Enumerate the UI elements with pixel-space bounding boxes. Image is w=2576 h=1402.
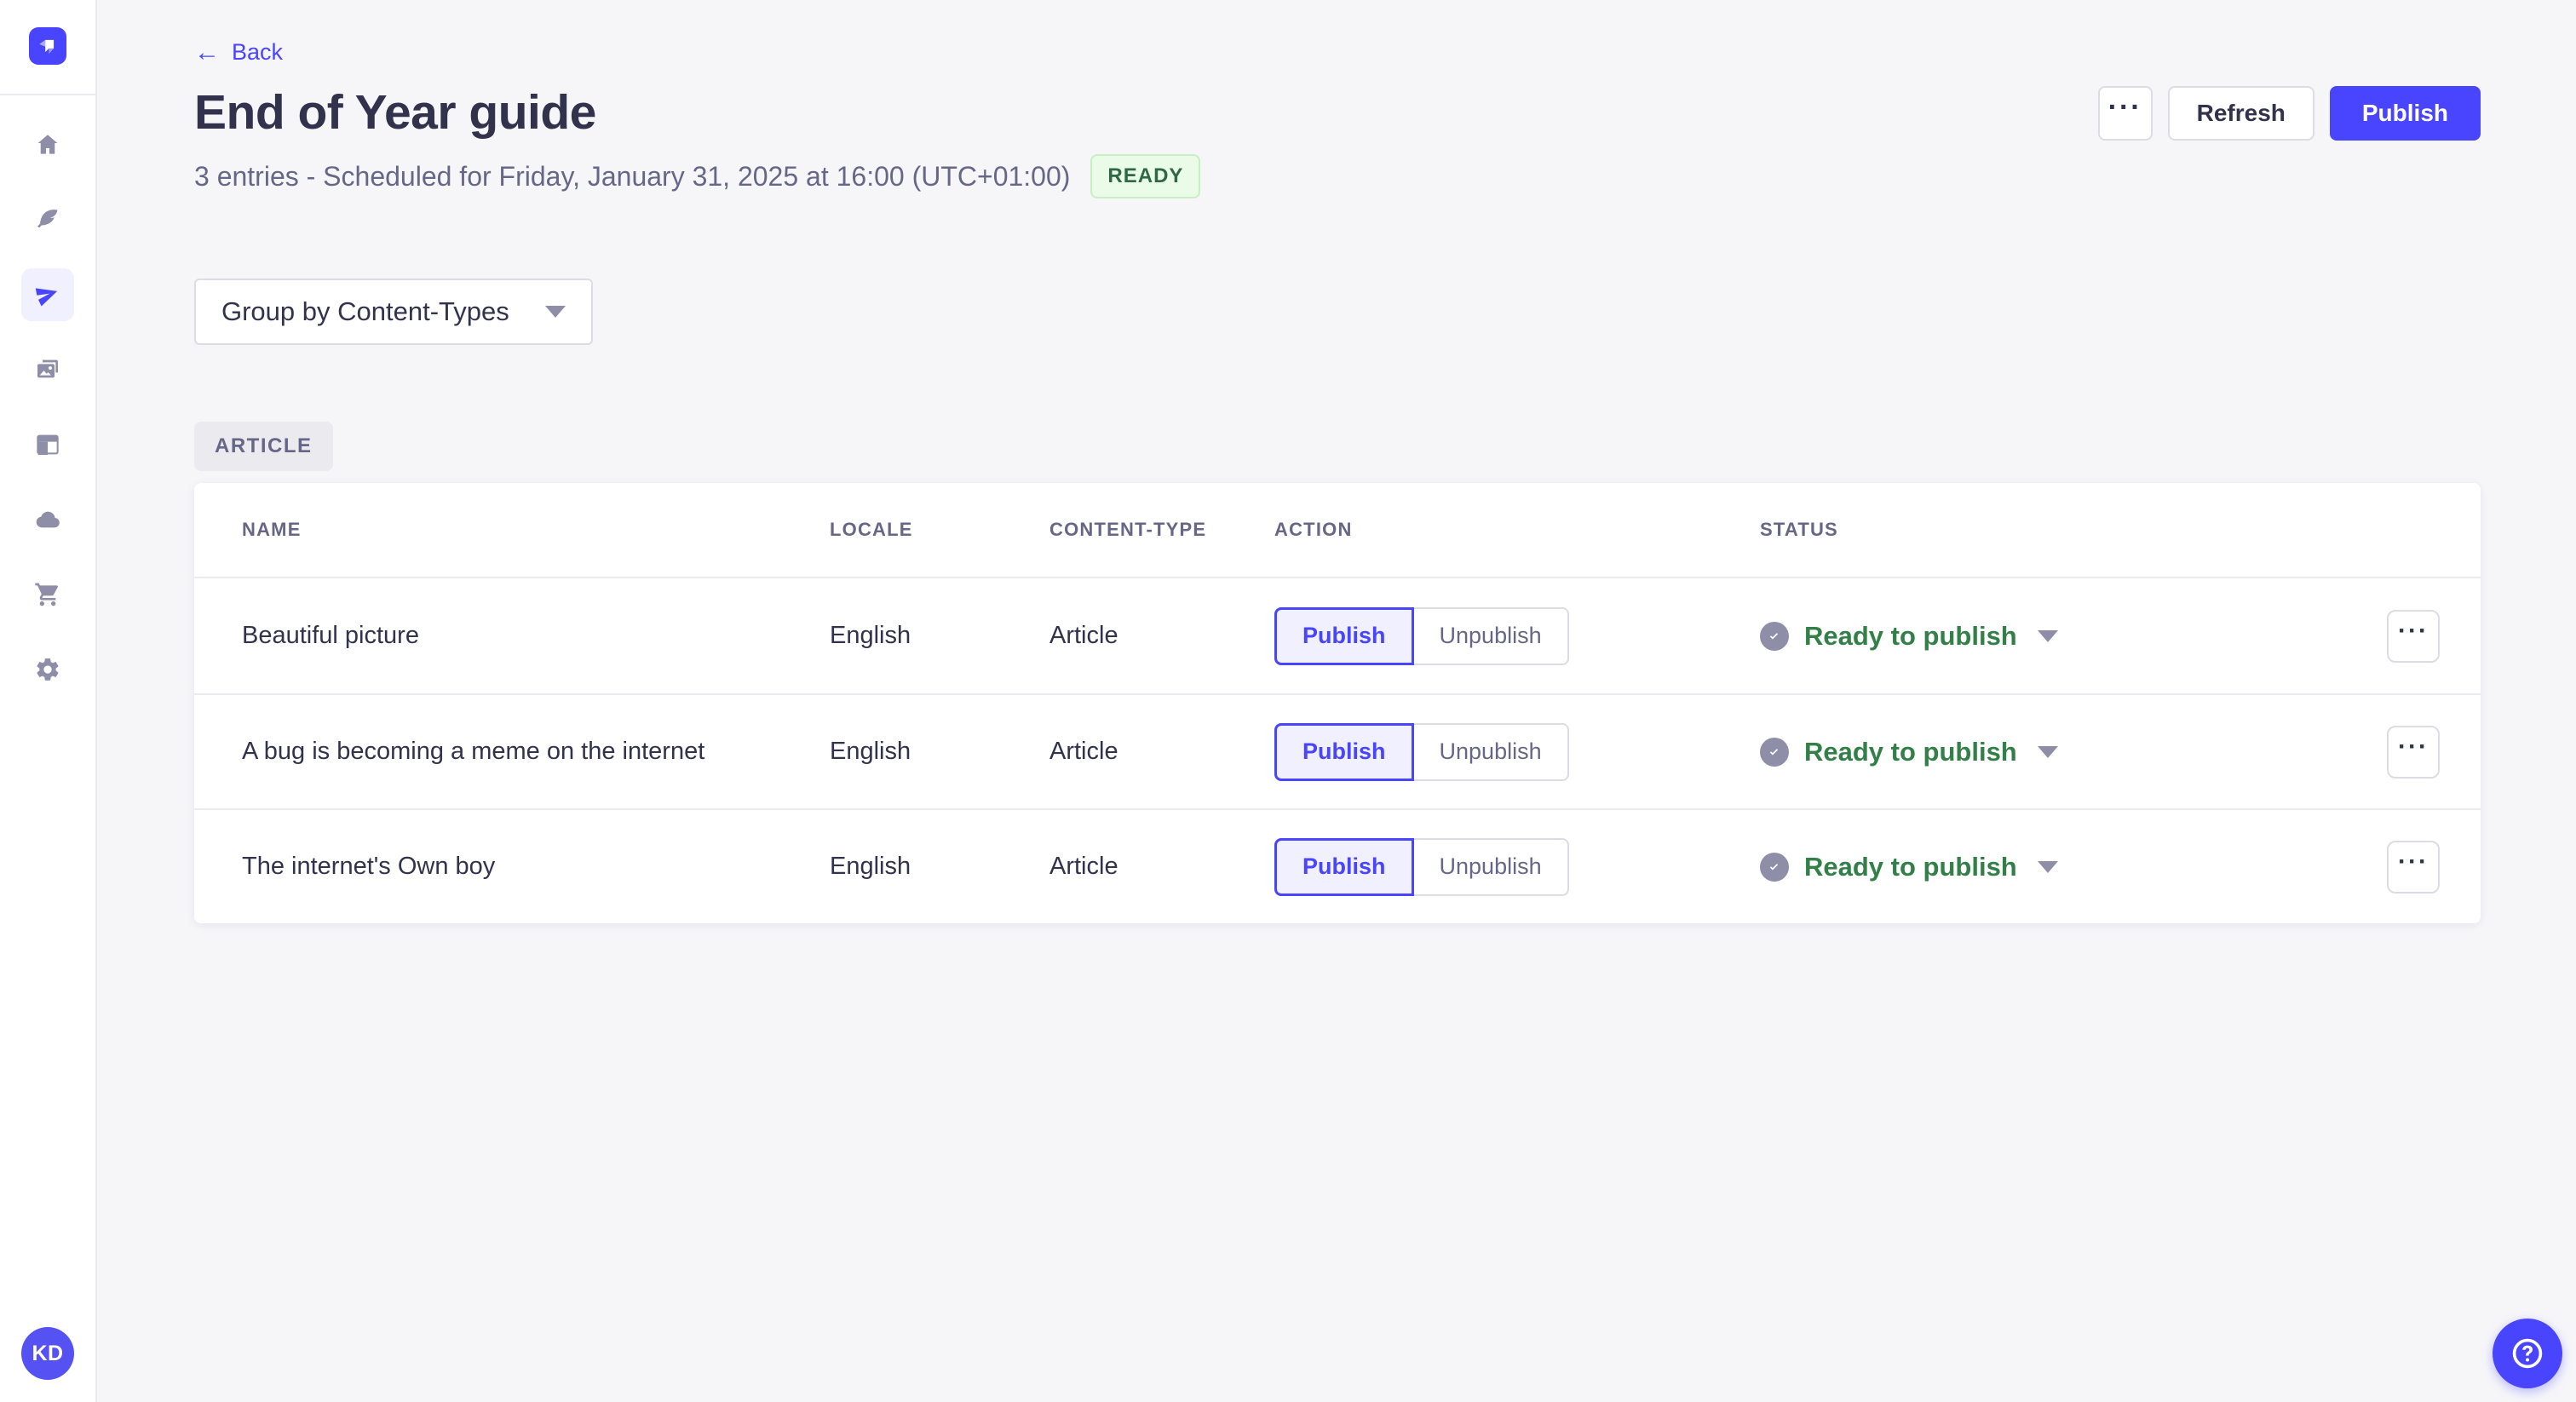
chevron-down-icon — [2037, 629, 2058, 642]
group-by-label: Group by Content-Types — [221, 296, 509, 326]
publish-toggle-button[interactable]: Publish — [1274, 837, 1414, 896]
sidebar: KD — [0, 0, 97, 1402]
chevron-down-icon — [2037, 860, 2058, 873]
sidebar-item-media-library[interactable] — [0, 332, 95, 407]
media-library-icon — [37, 359, 58, 378]
content-type-group-badge: ARTICLE — [194, 422, 333, 471]
feather-icon — [37, 210, 58, 228]
publish-toggle-button[interactable]: Publish — [1274, 722, 1414, 781]
back-link[interactable]: ← Back — [194, 39, 283, 66]
release-meta-row: 3 entries - Scheduled for Friday, Januar… — [194, 154, 2481, 198]
publish-toggle-button[interactable]: Publish — [1274, 606, 1414, 665]
entry-locale: English — [830, 622, 911, 649]
entry-status-dropdown[interactable]: Ready to publish — [1760, 737, 2344, 767]
help-button[interactable] — [2493, 1319, 2562, 1388]
more-options-icon: ··· — [2398, 732, 2429, 761]
more-options-icon: ··· — [2398, 847, 2429, 876]
entry-status-label: Ready to publish — [1804, 736, 2017, 767]
entry-action-toggle: Publish Unpublish — [1274, 606, 1760, 665]
cloud-icon — [36, 511, 60, 528]
group-by-select[interactable]: Group by Content-Types — [194, 279, 593, 345]
entry-name: The internet's Own boy — [242, 853, 496, 880]
table-header-row: NAME LOCALE CONTENT-TYPE ACTION STATUS — [194, 483, 2481, 578]
header-actions: ··· Refresh Publish — [2097, 86, 2481, 141]
paper-plane-icon — [35, 288, 58, 307]
more-options-icon: ··· — [2107, 90, 2142, 124]
sidebar-divider — [0, 94, 96, 95]
sidebar-item-content-manager[interactable] — [0, 182, 95, 257]
column-header-action: ACTION — [1274, 519, 1353, 540]
sidebar-item-cloud[interactable] — [0, 482, 95, 557]
sidebar-item-marketplace[interactable] — [0, 557, 95, 632]
sidebar-item-releases[interactable] — [0, 257, 95, 332]
entry-name: Beautiful picture — [242, 622, 419, 649]
release-status-badge: READY — [1090, 154, 1201, 198]
release-more-options-button[interactable]: ··· — [2097, 86, 2153, 141]
sidebar-item-settings[interactable] — [0, 632, 95, 707]
entry-status-label: Ready to publish — [1804, 620, 2017, 651]
entry-content-type: Article — [1049, 738, 1118, 765]
entry-action-toggle: Publish Unpublish — [1274, 837, 1760, 896]
sidebar-item-content-type-builder[interactable] — [0, 407, 95, 482]
back-label: Back — [232, 39, 284, 65]
entry-status-label: Ready to publish — [1804, 851, 2017, 882]
cart-icon — [35, 583, 59, 606]
sidebar-item-home[interactable] — [0, 107, 95, 182]
content-group-row: ARTICLE — [194, 422, 2481, 471]
entry-name: A bug is becoming a meme on the internet — [242, 738, 705, 765]
gear-icon — [37, 658, 59, 681]
column-header-content-type: CONTENT-TYPE — [1049, 519, 1207, 540]
unpublish-toggle-button[interactable]: Unpublish — [1413, 606, 1569, 665]
toolbar: Group by Content-Types — [194, 279, 2481, 345]
publish-release-button[interactable]: Publish — [2329, 86, 2481, 141]
check-circle-icon — [1760, 737, 1789, 767]
chevron-down-icon — [544, 306, 566, 318]
page-title: End of Year guide — [194, 85, 596, 140]
unpublish-toggle-button[interactable]: Unpublish — [1413, 837, 1569, 896]
more-options-icon: ··· — [2398, 616, 2429, 645]
entry-locale: English — [830, 853, 911, 880]
table-row: A bug is becoming a meme on the internet… — [194, 693, 2481, 808]
user-avatar[interactable]: KD — [21, 1327, 74, 1380]
main-content: ← Back End of Year guide ··· Refresh Pub… — [97, 0, 2576, 923]
home-icon — [37, 135, 58, 154]
entry-action-toggle: Publish Unpublish — [1274, 722, 1760, 781]
entry-content-type: Article — [1049, 853, 1118, 880]
entry-more-options-button[interactable]: ··· — [2387, 725, 2440, 779]
table-row: Beautiful picture English Article Publis… — [194, 578, 2481, 693]
back-arrow-icon: ← — [194, 37, 220, 66]
entry-status-dropdown[interactable]: Ready to publish — [1760, 621, 2344, 652]
refresh-button[interactable]: Refresh — [2167, 86, 2314, 141]
unpublish-toggle-button[interactable]: Unpublish — [1413, 722, 1569, 781]
check-circle-icon — [1760, 621, 1789, 651]
entry-more-options-button[interactable]: ··· — [2387, 609, 2440, 663]
header-row: End of Year guide ··· Refresh Publish — [194, 86, 2481, 141]
table-row: The internet's Own boy English Article P… — [194, 808, 2481, 923]
question-mark-icon — [2512, 1338, 2543, 1369]
column-header-name: NAME — [242, 519, 302, 540]
entry-locale: English — [830, 738, 911, 765]
column-header-status: STATUS — [1760, 519, 1838, 540]
sidebar-nav — [0, 107, 95, 707]
entry-more-options-button[interactable]: ··· — [2387, 840, 2440, 893]
strapi-logo-icon — [39, 39, 55, 55]
layout-icon — [37, 434, 59, 455]
strapi-logo[interactable] — [29, 27, 66, 65]
entries-table-card: NAME LOCALE CONTENT-TYPE ACTION STATUS B… — [194, 483, 2481, 923]
entry-content-type: Article — [1049, 622, 1118, 649]
chevron-down-icon — [2037, 745, 2058, 758]
column-header-locale: LOCALE — [830, 519, 913, 540]
check-circle-icon — [1760, 852, 1789, 882]
entry-status-dropdown[interactable]: Ready to publish — [1760, 852, 2344, 882]
release-subtitle: 3 entries - Scheduled for Friday, Januar… — [194, 160, 1071, 192]
